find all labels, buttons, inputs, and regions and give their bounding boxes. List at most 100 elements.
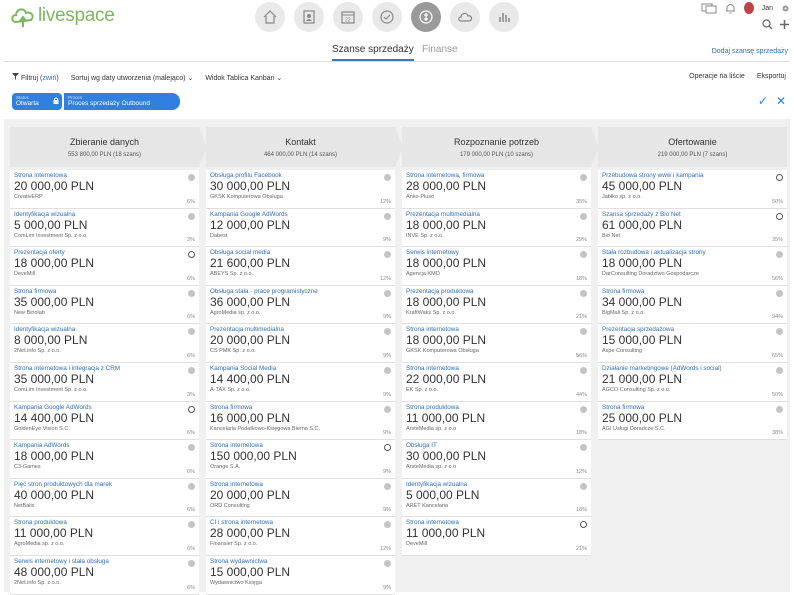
- deal-card[interactable]: Identyfikacja wizualna 5 000,00 PLN ComLim…: [10, 208, 199, 248]
- status-dot-icon[interactable]: [776, 405, 783, 413]
- status-filter-chip[interactable]: Status Otwarta: [12, 93, 62, 110]
- deal-company[interactable]: Aspe Consulting: [602, 347, 783, 356]
- deal-card[interactable]: Kampania AdWords 18 000,00 PLN C3-Games 6%: [10, 440, 199, 479]
- process-filter-chip[interactable]: Proces Proces sprzedaży Outbound: [64, 93, 180, 110]
- nav-deals[interactable]: [411, 2, 441, 32]
- deal-company[interactable]: ComLim Investment Sp. z o.o.: [14, 232, 195, 241]
- deal-card[interactable]: Pięć stron produktowych dla marek 40 000,…: [10, 478, 199, 518]
- nav-cloud[interactable]: [450, 2, 480, 32]
- deal-company[interactable]: Bio Net: [602, 232, 783, 241]
- deal-company[interactable]: New Binolab: [14, 309, 195, 318]
- deal-card[interactable]: Strona firmowa 34 000,00 PLN BigMali Sp. z…: [598, 285, 787, 325]
- deal-company[interactable]: EK Sp. z o.o.: [406, 386, 587, 395]
- status-dot-icon[interactable]: [776, 212, 783, 220]
- deal-company[interactable]: Anko-Pluso: [406, 193, 587, 202]
- status-dot-icon[interactable]: [384, 174, 391, 181]
- deal-company[interactable]: ARET Kancelaria: [406, 502, 587, 511]
- deal-company[interactable]: Wydawnictwo Księga: [210, 579, 391, 588]
- deal-card[interactable]: Działanie marketingowe (AdWords i social…: [598, 362, 787, 402]
- check-icon[interactable]: ✓: [758, 94, 768, 108]
- status-dot-icon[interactable]: [580, 174, 587, 181]
- search-icon[interactable]: [762, 19, 773, 30]
- status-dot-icon[interactable]: [580, 405, 587, 413]
- deal-card[interactable]: Strona internetowa 20 000,00 PLN ORD Consu…: [206, 478, 395, 518]
- deal-company[interactable]: ArsteMedia sp. z o.o: [406, 425, 587, 434]
- deal-card[interactable]: Obsługa profilu Facebook 30 000,00 PLN GKS…: [206, 170, 395, 209]
- status-dot-icon[interactable]: [384, 482, 391, 490]
- deal-company[interactable]: ABEYS Sp. z o.o.: [210, 270, 391, 279]
- status-dot-icon[interactable]: [580, 366, 587, 374]
- status-dot-icon[interactable]: [188, 174, 195, 181]
- deal-company[interactable]: 2Net.info Sp. z o.o.: [14, 347, 195, 356]
- deal-card[interactable]: Strona firmowa 35 000,00 PLN New Binolab 6%: [10, 285, 199, 325]
- collapse-filters-link[interactable]: zwiń: [42, 75, 56, 82]
- deal-card[interactable]: Strona firmowa 16 000,00 PLN Kancelaria Po…: [206, 401, 395, 441]
- deal-company[interactable]: Finansier Sp. z o.o.: [210, 540, 391, 549]
- deal-card[interactable]: Obsługa stała - prace programistyczne 36 …: [206, 285, 395, 325]
- plus-icon[interactable]: [779, 19, 790, 30]
- view-dropdown[interactable]: Widok Tablica Kanban ⌄: [205, 74, 282, 82]
- deal-card[interactable]: Strona internetowa 22 000,00 PLN EK Sp. z …: [402, 362, 591, 402]
- status-dot-icon[interactable]: [188, 366, 195, 374]
- user-name[interactable]: Jan: [762, 5, 773, 12]
- deal-company[interactable]: ArsteMedia sp. z o.o: [406, 463, 587, 472]
- deal-company[interactable]: GoldenEye Vision S.C.: [14, 425, 195, 434]
- deal-company[interactable]: CS PMK Sp. z o.o.: [210, 347, 391, 356]
- deal-company[interactable]: ComLim Investment Sp. z o.o.: [14, 386, 195, 395]
- deal-card[interactable]: Prezentacja multimedialna 18 000,00 PLN IN…: [402, 208, 591, 248]
- deal-card[interactable]: Strona firmowa 25 000,00 PLN AGI Usługi Do…: [598, 401, 787, 441]
- deal-card[interactable]: Serwis internetowy 18 000,00 PLN Agencja K…: [402, 247, 591, 286]
- status-dot-icon[interactable]: [384, 366, 391, 374]
- status-dot-icon[interactable]: [188, 289, 195, 297]
- sort-dropdown[interactable]: Sortuj wg daty utworzenia (malejąco) ⌄: [71, 74, 194, 82]
- deal-company[interactable]: CreativERP: [14, 193, 195, 202]
- status-dot-icon[interactable]: [384, 559, 391, 567]
- bell-icon[interactable]: [725, 2, 736, 14]
- deal-card[interactable]: Strona internetowa 18 000,00 PLN GKSK Komp…: [402, 324, 591, 363]
- deal-card[interactable]: Kampania Google AdWords 14 400,00 PLN Gold…: [10, 401, 199, 441]
- deal-card[interactable]: Strona wydawnictwa 15 000,00 PLN Wydawnict…: [206, 555, 395, 595]
- deal-company[interactable]: A-TAX Sp. z o.o.: [210, 386, 391, 395]
- deal-card[interactable]: Strona internetowa 11 000,00 PLN DeveMill 2…: [402, 517, 591, 556]
- status-dot-icon[interactable]: [384, 212, 391, 220]
- deal-company[interactable]: DeveMill: [406, 540, 587, 549]
- deal-company[interactable]: Dabest: [210, 232, 391, 241]
- status-dot-icon[interactable]: [384, 289, 391, 297]
- deal-company[interactable]: GKSK Komputerowa Obsługa: [210, 193, 391, 202]
- deal-company[interactable]: AGI Usługi Doradcze S.C.: [602, 425, 783, 434]
- nav-reports[interactable]: [489, 2, 519, 32]
- deal-company[interactable]: Orange S.A.: [210, 463, 391, 472]
- deal-card[interactable]: Strona internetowa 150 000,00 PLN Orange S…: [206, 440, 395, 479]
- nav-calendar[interactable]: 22: [333, 2, 363, 32]
- status-dot-icon[interactable]: [188, 405, 195, 413]
- deal-card[interactable]: Prezentacja oferty 18 000,00 PLN DeveMill 6…: [10, 247, 199, 286]
- deal-company[interactable]: Jabłko sp. z o.o.: [602, 193, 783, 202]
- deal-company[interactable]: BigMali Sp. z o.o.: [602, 309, 783, 318]
- deal-card[interactable]: Kampania Social Media 14 400,00 PLN A-TAX …: [206, 362, 395, 402]
- deal-company[interactable]: INVE Sp. z o.o.: [406, 232, 587, 241]
- deal-card[interactable]: Kampania Google AdWords 12 000,00 PLN Dabe…: [206, 208, 395, 248]
- status-dot-icon[interactable]: [188, 482, 195, 490]
- deal-card[interactable]: Szansa sprzedaży z Bio Net 61 000,00 PLN B…: [598, 208, 787, 248]
- deal-company[interactable]: KraftWaks Sp. z o.o.: [406, 309, 587, 318]
- gear-icon[interactable]: [781, 4, 790, 13]
- tab-finance[interactable]: Finanse: [422, 44, 458, 55]
- status-dot-icon[interactable]: [188, 559, 195, 567]
- tab-deals[interactable]: Szanse sprzedaży: [332, 44, 414, 61]
- deal-card[interactable]: CI i strona internetowa 28 000,00 PLN Fina…: [206, 517, 395, 556]
- deal-card[interactable]: Prezentacja sprzedażowa 15 000,00 PLN Aspe…: [598, 324, 787, 363]
- status-dot-icon[interactable]: [188, 212, 195, 220]
- messages-icon[interactable]: [701, 3, 717, 14]
- status-dot-icon[interactable]: [384, 405, 391, 413]
- status-dot-icon[interactable]: [580, 212, 587, 220]
- status-dot-icon[interactable]: [776, 289, 783, 297]
- deal-company[interactable]: AGCO Consulting Sp. z o.o.: [602, 386, 783, 395]
- deal-card[interactable]: Strona internetowa, firmowa 28 000,00 PLN…: [402, 170, 591, 209]
- list-operations-button[interactable]: Operacje na liście: [689, 73, 745, 80]
- status-dot-icon[interactable]: [580, 482, 587, 490]
- deal-company[interactable]: GKSK Komputerowa Obsługa: [406, 347, 587, 356]
- deal-card[interactable]: Przebudowa strony www i kampania 45 000,0…: [598, 170, 787, 209]
- logo[interactable]: livespace: [10, 5, 115, 27]
- nav-home[interactable]: [255, 2, 285, 32]
- deal-card[interactable]: Prezentacja multimedialna 20 000,00 PLN CS…: [206, 324, 395, 363]
